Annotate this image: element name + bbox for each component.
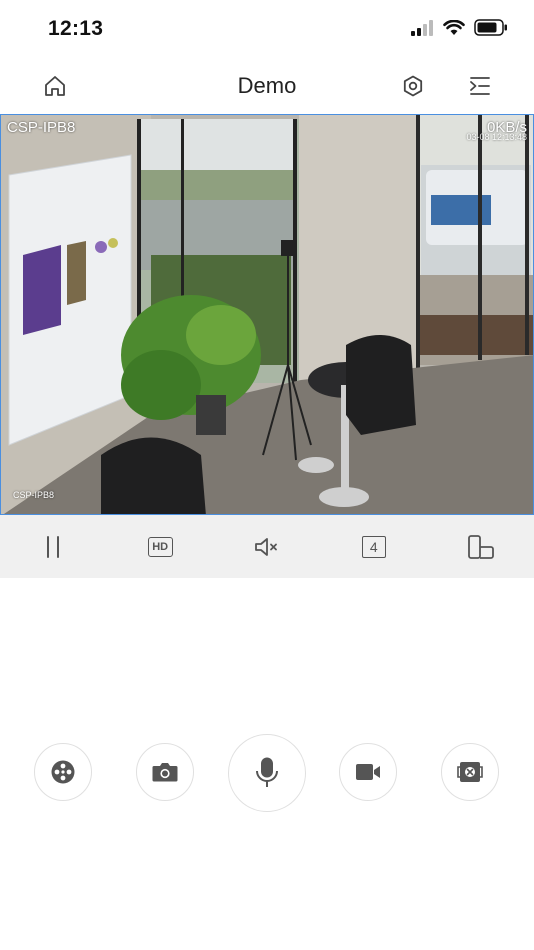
- ptz-icon: [51, 760, 75, 784]
- mute-button[interactable]: [214, 515, 321, 578]
- settings-icon: [403, 75, 423, 97]
- mute-icon: [255, 537, 277, 556]
- microphone-icon: [256, 757, 278, 787]
- status-time: 12:13: [48, 17, 104, 40]
- rotate-device-button[interactable]: [427, 515, 534, 578]
- fisheye-button[interactable]: [441, 743, 499, 801]
- settings-button[interactable]: [397, 70, 429, 102]
- pause-button[interactable]: [0, 515, 107, 578]
- page-title: Demo: [237, 73, 297, 98]
- hd-button[interactable]: HD: [107, 515, 214, 578]
- split-screen-icon: 4: [361, 535, 386, 558]
- talk-button[interactable]: [228, 734, 306, 812]
- menu-collapse-icon: [470, 77, 490, 95]
- camera-label-overlay: CSP-IPB8: [13, 490, 55, 500]
- wifi-icon: [443, 19, 465, 35]
- video-record-icon: [356, 764, 380, 780]
- camera-icon: [152, 763, 178, 782]
- split-screen-button[interactable]: 4: [320, 515, 427, 578]
- camera-name-overlay: CSP-IPB8: [7, 119, 76, 136]
- battery-icon: [474, 19, 507, 36]
- record-button[interactable]: [339, 743, 397, 801]
- action-bar: [0, 734, 534, 814]
- rotate-device-icon: [467, 534, 494, 559]
- status-bar: 12:13: [0, 0, 534, 58]
- snapshot-button[interactable]: [136, 743, 194, 801]
- timestamp-overlay: 03-08 12:13:48: [466, 132, 527, 142]
- ptz-button[interactable]: [34, 743, 92, 801]
- hd-icon: HD: [147, 536, 173, 557]
- signal-icon: [411, 19, 433, 36]
- fisheye-icon: [457, 762, 483, 782]
- status-icons: [410, 19, 508, 36]
- live-video-view[interactable]: CSP-IPB8 0KB/s 03-08 12:13:48 CSP-IPB8: [0, 114, 534, 515]
- pause-icon: [47, 535, 60, 558]
- playback-controls: HD 4: [0, 515, 534, 578]
- menu-collapse-button[interactable]: [464, 70, 496, 102]
- camera-feed-image: [1, 115, 533, 514]
- nav-bar: Demo: [0, 58, 534, 114]
